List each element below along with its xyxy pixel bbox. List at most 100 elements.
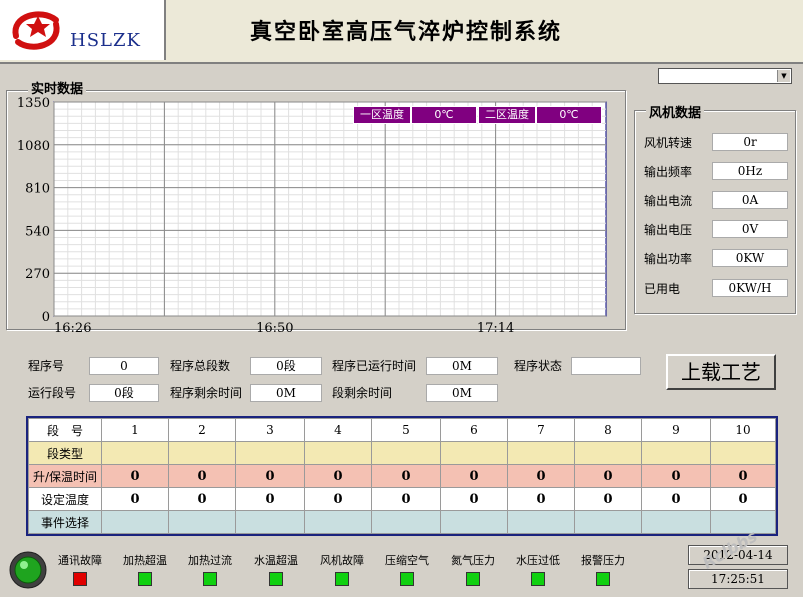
event-select-cell[interactable] bbox=[235, 510, 305, 534]
output-current-value: 0A bbox=[712, 191, 788, 209]
alarm-label: 加热超温 bbox=[123, 554, 167, 567]
view-select[interactable]: ▼ bbox=[658, 68, 792, 84]
event-select-cell[interactable] bbox=[101, 510, 169, 534]
output-voltage-value: 0V bbox=[712, 220, 788, 238]
app-title: 真空卧室高压气淬炉控制系统 bbox=[250, 19, 563, 45]
running-segment-value: 0段 bbox=[89, 384, 159, 402]
temperature-chart: 0 270 540 810 1080 1350 16:26 16:50 17:14 bbox=[17, 96, 607, 336]
alarm-water-overtemp: 水温超温 bbox=[248, 552, 304, 586]
alarm-label: 加热过流 bbox=[188, 554, 232, 567]
set-temperature-cell[interactable]: 0 bbox=[710, 487, 776, 511]
alarm-label: 水压过低 bbox=[516, 554, 560, 567]
elapsed-time-value: 0M bbox=[426, 357, 498, 375]
segment-type-cell[interactable] bbox=[574, 441, 642, 465]
set-temperature-cell[interactable]: 0 bbox=[371, 487, 441, 511]
segment-type-cell[interactable] bbox=[235, 441, 305, 465]
event-select-cell[interactable] bbox=[641, 510, 711, 534]
output-power-value: 0KW bbox=[712, 249, 788, 267]
chart-y-tick-label: 0 bbox=[42, 310, 50, 325]
segment-col-10: 10 bbox=[710, 418, 776, 442]
chevron-down-icon[interactable]: ▼ bbox=[777, 70, 790, 82]
event-select-cell[interactable] bbox=[304, 510, 372, 534]
segment-type-label: 段类型 bbox=[28, 441, 102, 465]
alarm-led-icon bbox=[400, 572, 414, 586]
ramp-hold-time-cell[interactable]: 0 bbox=[101, 464, 169, 488]
segment-type-cell[interactable] bbox=[641, 441, 711, 465]
upload-recipe-button[interactable]: 上载工艺 bbox=[666, 354, 776, 390]
event-select-cell[interactable] bbox=[168, 510, 236, 534]
alarm-label: 氮气压力 bbox=[451, 554, 495, 567]
segment-col-7: 7 bbox=[507, 418, 575, 442]
energy-used-label: 已用电 bbox=[644, 282, 681, 296]
ramp-hold-time-cell[interactable]: 0 bbox=[574, 464, 642, 488]
event-select-cell[interactable] bbox=[440, 510, 508, 534]
segment-col-9: 9 bbox=[641, 418, 711, 442]
set-temperature-label: 设定温度 bbox=[28, 487, 102, 511]
segment-type-cell[interactable] bbox=[101, 441, 169, 465]
segment-type-cell[interactable] bbox=[168, 441, 236, 465]
event-select-cell[interactable] bbox=[574, 510, 642, 534]
alarm-low-water-pressure: 水压过低 bbox=[510, 552, 566, 586]
segment-type-cell[interactable] bbox=[304, 441, 372, 465]
event-select-cell[interactable] bbox=[507, 510, 575, 534]
output-frequency-label: 输出频率 bbox=[644, 165, 693, 179]
ramp-hold-time-cell[interactable]: 0 bbox=[304, 464, 372, 488]
ramp-hold-time-row: 升/保温时间 0 0 0 0 0 0 0 0 0 0 bbox=[28, 464, 776, 488]
ramp-hold-time-cell[interactable]: 0 bbox=[507, 464, 575, 488]
ramp-hold-time-cell[interactable]: 0 bbox=[235, 464, 305, 488]
segment-col-5: 5 bbox=[371, 418, 441, 442]
set-temperature-cell[interactable]: 0 bbox=[304, 487, 372, 511]
segment-col-1: 1 bbox=[101, 418, 169, 442]
chart-y-tick-label: 1350 bbox=[17, 96, 50, 111]
alarm-led-icon bbox=[596, 572, 610, 586]
legend-zone2-label: 二区温度 bbox=[478, 106, 536, 124]
chart-y-tick-label: 540 bbox=[25, 224, 50, 239]
ramp-hold-time-cell[interactable]: 0 bbox=[371, 464, 441, 488]
elapsed-time-label: 程序已运行时间 bbox=[332, 359, 417, 373]
alarm-led-icon bbox=[73, 572, 87, 586]
ramp-hold-time-cell[interactable]: 0 bbox=[710, 464, 776, 488]
set-temperature-cell[interactable]: 0 bbox=[440, 487, 508, 511]
event-select-label: 事件选择 bbox=[28, 510, 102, 534]
time-display: 17:25:51 bbox=[688, 569, 788, 589]
alarm-led-icon bbox=[138, 572, 152, 586]
total-segments-value: 0段 bbox=[250, 357, 322, 375]
output-current-label: 输出电流 bbox=[644, 194, 693, 208]
set-temperature-row: 设定温度 0 0 0 0 0 0 0 0 0 0 bbox=[28, 487, 776, 511]
set-temperature-cell[interactable]: 0 bbox=[574, 487, 642, 511]
fan-group-label: 风机数据 bbox=[646, 102, 705, 121]
total-segments-label: 程序总段数 bbox=[170, 359, 231, 373]
legend-zone2-value: 0℃ bbox=[536, 106, 602, 124]
remaining-time-label: 程序剩余时间 bbox=[170, 386, 243, 400]
event-select-cell[interactable] bbox=[371, 510, 441, 534]
legend-zone1-label: 一区温度 bbox=[353, 106, 411, 124]
alarm-label: 压缩空气 bbox=[385, 554, 429, 567]
segment-type-cell[interactable] bbox=[710, 441, 776, 465]
chart-y-tick-label: 1080 bbox=[17, 139, 50, 154]
set-temperature-cell[interactable]: 0 bbox=[101, 487, 169, 511]
output-power-label: 输出功率 bbox=[644, 252, 693, 266]
alarm-nitrogen-pressure: 氮气压力 bbox=[445, 552, 501, 586]
segment-col-4: 4 bbox=[304, 418, 372, 442]
segment-remaining-label: 段剩余时间 bbox=[332, 386, 393, 400]
energy-used-value: 0KW/H bbox=[712, 279, 788, 297]
fan-speed-value: 0r bbox=[712, 133, 788, 151]
run-status-light-icon bbox=[9, 551, 47, 589]
segment-type-cell[interactable] bbox=[507, 441, 575, 465]
set-temperature-cell[interactable]: 0 bbox=[168, 487, 236, 511]
ramp-hold-time-cell[interactable]: 0 bbox=[168, 464, 236, 488]
output-voltage-label: 输出电压 bbox=[644, 223, 693, 237]
ramp-hold-time-cell[interactable]: 0 bbox=[641, 464, 711, 488]
segment-type-row: 段类型 bbox=[28, 441, 776, 465]
segment-col-3: 3 bbox=[235, 418, 305, 442]
program-no-label: 程序号 bbox=[28, 359, 65, 373]
set-temperature-cell[interactable]: 0 bbox=[507, 487, 575, 511]
segment-header-row: 段 号 1 2 3 4 5 6 7 8 9 10 bbox=[28, 418, 776, 442]
realtime-group-label: 实时数据 bbox=[28, 78, 87, 97]
running-segment-label: 运行段号 bbox=[28, 386, 77, 400]
set-temperature-cell[interactable]: 0 bbox=[235, 487, 305, 511]
set-temperature-cell[interactable]: 0 bbox=[641, 487, 711, 511]
segment-type-cell[interactable] bbox=[371, 441, 441, 465]
segment-type-cell[interactable] bbox=[440, 441, 508, 465]
ramp-hold-time-cell[interactable]: 0 bbox=[440, 464, 508, 488]
